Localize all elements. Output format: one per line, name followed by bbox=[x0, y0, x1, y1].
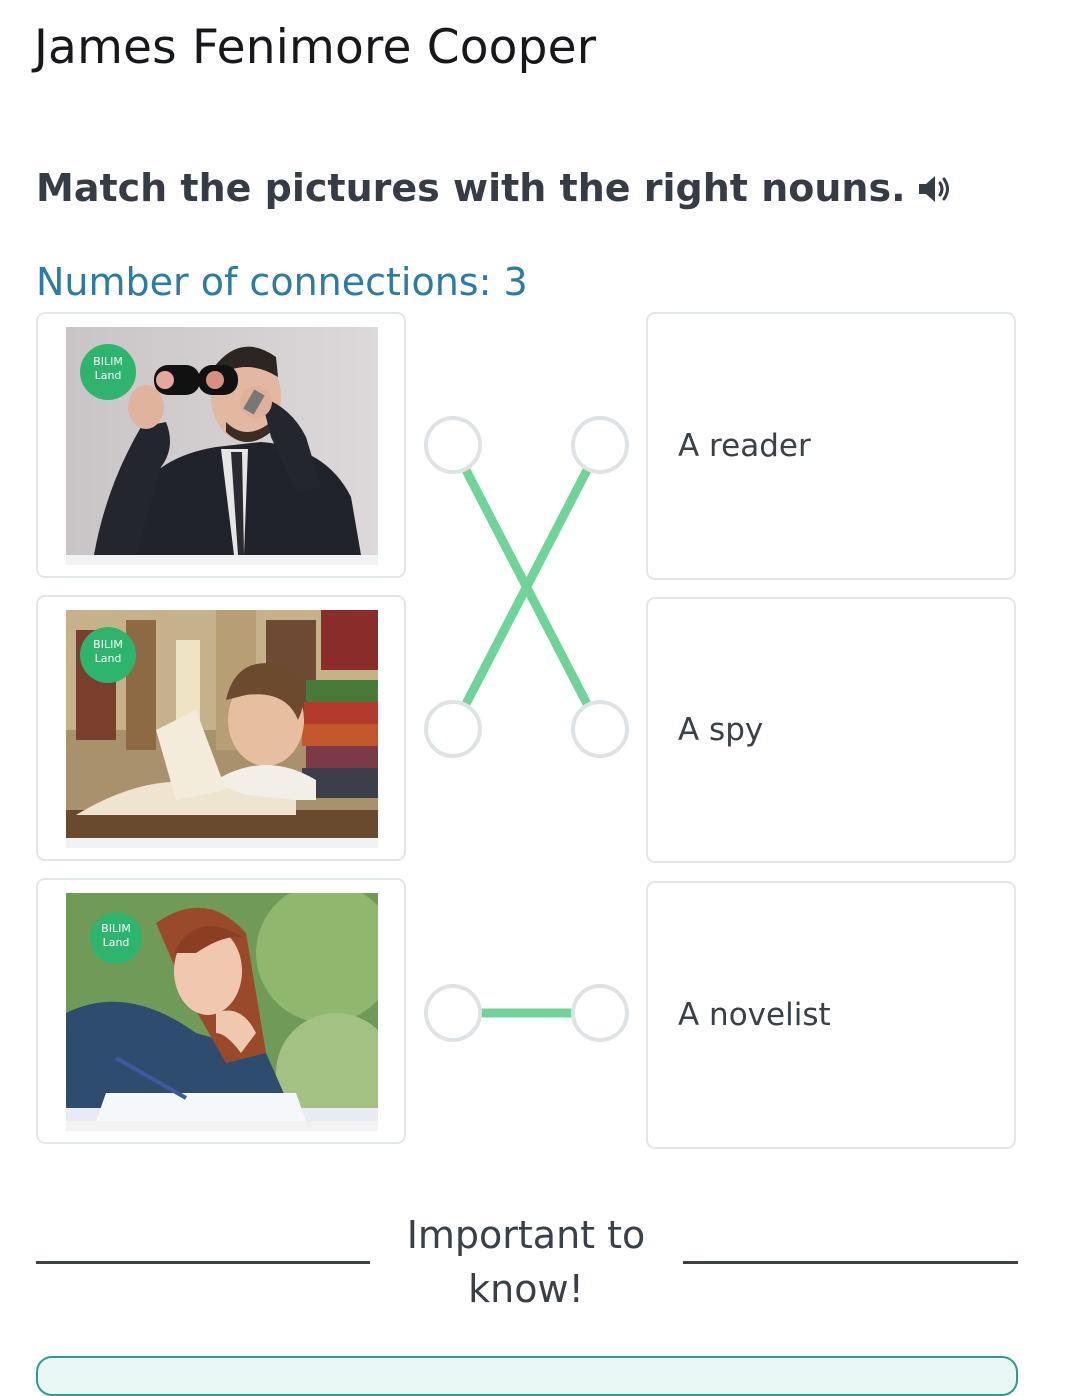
logo-text-bottom: Land bbox=[103, 936, 130, 949]
page-title: James Fenimore Cooper bbox=[34, 20, 597, 75]
connection-dots bbox=[424, 416, 629, 1042]
picture-boy-reading-book: BILIM Land bbox=[66, 610, 378, 838]
logo-text-top: BILIM bbox=[93, 638, 123, 651]
noun-label: A spy bbox=[678, 712, 764, 748]
logo-text-top: BILIM bbox=[101, 922, 131, 935]
picture-card-reader[interactable]: BILIM Land bbox=[36, 595, 406, 861]
connections-count: Number of connections: 3 bbox=[36, 260, 528, 304]
left-connector-2[interactable] bbox=[424, 700, 482, 758]
logo-text-top: BILIM bbox=[93, 355, 123, 368]
task-instruction: Match the pictures with the right nouns. bbox=[36, 166, 956, 210]
divider-right bbox=[683, 1261, 1018, 1264]
noun-label: A novelist bbox=[678, 997, 831, 1033]
picture-man-with-binoculars: BILIM Land bbox=[66, 327, 378, 555]
picture-card-novelist[interactable]: BILIM Land bbox=[36, 878, 406, 1144]
noun-card-spy[interactable]: A spy bbox=[646, 597, 1016, 863]
left-connector-1[interactable] bbox=[424, 416, 482, 474]
picture-caption-strip bbox=[66, 555, 378, 565]
picture-woman-writing: BILIM Land bbox=[66, 893, 378, 1121]
picture-card-spy[interactable]: BILIM Land bbox=[36, 312, 406, 578]
speaker-icon[interactable] bbox=[916, 171, 956, 205]
right-connector-2[interactable] bbox=[571, 700, 629, 758]
connection-line-1 bbox=[461, 466, 592, 708]
info-box bbox=[36, 1356, 1018, 1396]
noun-card-novelist[interactable]: A novelist bbox=[646, 881, 1016, 1149]
right-connector-1[interactable] bbox=[571, 416, 629, 474]
left-connector-3[interactable] bbox=[424, 984, 482, 1042]
divider-left bbox=[36, 1261, 370, 1264]
logo-text-bottom: Land bbox=[95, 369, 122, 382]
connection-lines bbox=[461, 466, 592, 1018]
connection-line-2 bbox=[461, 466, 592, 708]
logo-text-bottom: Land bbox=[95, 652, 122, 665]
important-heading: Important to know! bbox=[406, 1213, 646, 1311]
picture-caption-strip bbox=[66, 838, 378, 848]
noun-label: A reader bbox=[678, 428, 811, 464]
picture-caption-strip bbox=[66, 1121, 378, 1131]
noun-card-reader[interactable]: A reader bbox=[646, 312, 1016, 580]
right-connector-3[interactable] bbox=[571, 984, 629, 1042]
instruction-text: Match the pictures with the right nouns. bbox=[36, 166, 906, 210]
